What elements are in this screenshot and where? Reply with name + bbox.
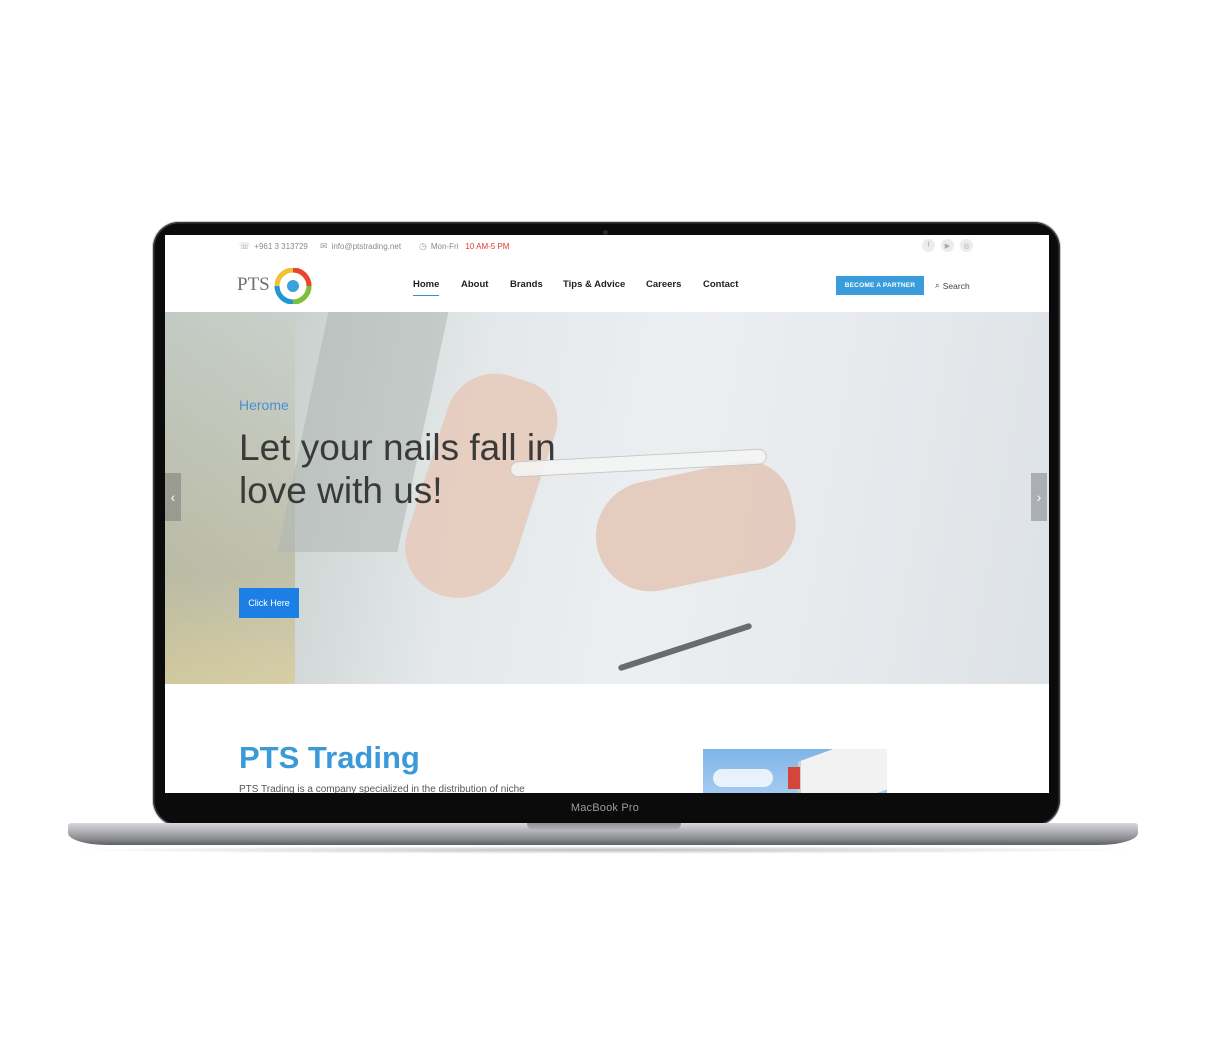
nav-careers[interactable]: Careers	[646, 279, 681, 290]
device-label: MacBook Pro	[570, 802, 640, 814]
youtube-icon[interactable]: ▶	[941, 239, 954, 252]
search-label: Search	[942, 280, 970, 291]
hours-value: 10 AM-5 PM	[465, 242, 510, 251]
nav-brands[interactable]: Brands	[510, 279, 543, 290]
site-logo[interactable]: PTS	[237, 265, 317, 305]
hero-hand-right	[585, 452, 805, 602]
instagram-icon[interactable]: ◎	[960, 239, 973, 252]
logo-text: PTS	[237, 274, 270, 295]
building-flag	[788, 767, 800, 789]
hero-cta-button[interactable]: Click Here	[239, 588, 299, 618]
chevron-right-icon: ›	[1036, 489, 1042, 505]
become-partner-button[interactable]: BECOME A PARTNER	[836, 276, 924, 295]
building-image	[703, 749, 887, 793]
nav-about[interactable]: About	[461, 279, 488, 290]
slider-prev-arrow[interactable]: ‹	[165, 473, 181, 521]
phone-number: +961 3 313729	[254, 242, 308, 251]
hero-subtitle: Herome	[239, 397, 289, 413]
search-button[interactable]: ⌕ Search	[935, 280, 970, 291]
hero-slider: Herome Let your nails fall in love with …	[165, 312, 1049, 684]
hero-title: Let your nails fall in love with us!	[239, 427, 556, 511]
nav-tips-advice[interactable]: Tips & Advice	[563, 279, 625, 290]
email-contact[interactable]: ✉ info@ptstrading.net	[320, 241, 401, 252]
search-icon: ⌕	[935, 280, 940, 290]
slider-next-arrow[interactable]: ›	[1031, 473, 1047, 521]
laptop-notch	[527, 823, 681, 831]
phone-icon: ☏	[239, 241, 251, 251]
hours-label: Mon-Fri	[430, 242, 459, 251]
nav-contact[interactable]: Contact	[703, 279, 738, 290]
phone-contact[interactable]: ☏ +961 3 313729	[239, 241, 308, 252]
email-address: info@ptstrading.net	[331, 242, 402, 251]
opening-hours: ◷ Mon-Fri 10 AM-5 PM	[419, 241, 509, 252]
mail-icon: ✉	[320, 241, 328, 251]
logo-mark-icon	[274, 268, 312, 304]
top-bar: ☏ +961 3 313729 ✉ info@ptstrading.net ◷ …	[165, 235, 1049, 258]
chevron-left-icon: ‹	[170, 489, 176, 505]
section-title: PTS Trading	[239, 740, 420, 775]
nav-home[interactable]: Home	[413, 279, 440, 296]
section-text: PTS Trading is a company specialized in …	[239, 784, 525, 793]
cloud-shape	[713, 769, 773, 787]
hero-pen	[617, 622, 753, 672]
laptop-shadow	[64, 846, 1142, 854]
clock-icon: ◷	[419, 241, 427, 251]
building-shape	[798, 749, 887, 793]
facebook-icon[interactable]: f	[922, 239, 935, 252]
website-screen: ☏ +961 3 313729 ✉ info@ptstrading.net ◷ …	[165, 235, 1049, 793]
